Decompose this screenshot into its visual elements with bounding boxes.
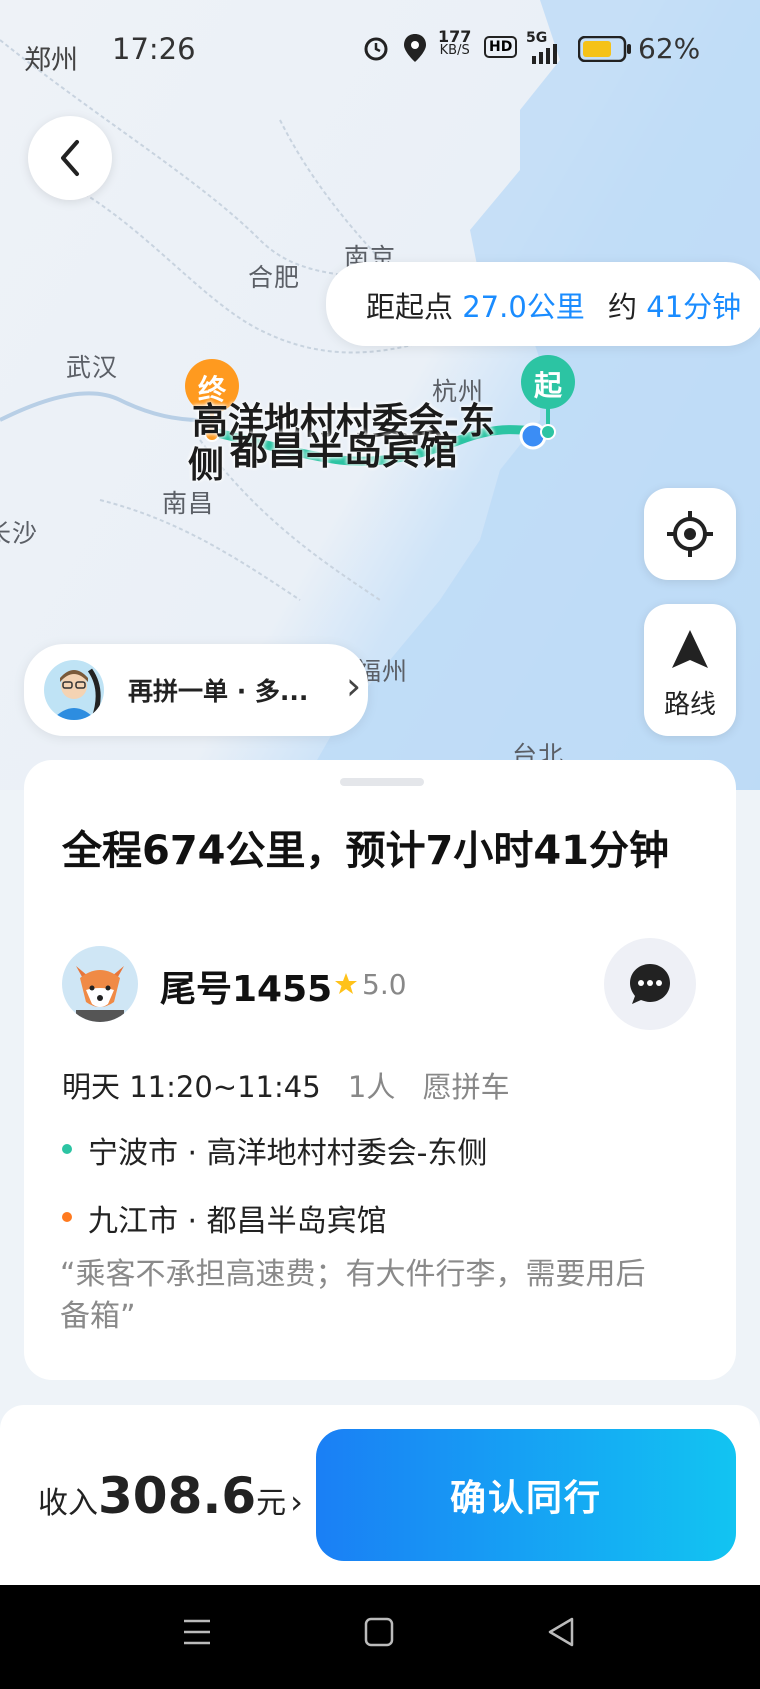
status-city: 郑州 bbox=[24, 45, 78, 76]
promo-avatar bbox=[44, 660, 104, 720]
route-button-label: 路线 bbox=[663, 690, 716, 720]
distance-to-start-pill: 距起点 27.0公里 约 41分钟 bbox=[326, 262, 760, 346]
promo-banner[interactable]: 再拼一单 · 多... › bbox=[24, 644, 368, 736]
back-triangle-icon bbox=[548, 1617, 574, 1647]
distance-prefix: 距起点 bbox=[366, 290, 454, 324]
system-nav-bar bbox=[0, 1585, 760, 1689]
net-speed: 177 KB/S bbox=[438, 27, 472, 58]
city-label-nanchang: 南昌 bbox=[162, 489, 215, 518]
income-unit: 元 bbox=[256, 1486, 287, 1521]
start-marker-label: 起 bbox=[534, 369, 563, 402]
avatar[interactable] bbox=[62, 946, 138, 1022]
chat-button[interactable] bbox=[604, 938, 696, 1030]
alarm-icon bbox=[362, 34, 390, 66]
income-chevron-icon: › bbox=[290, 1483, 303, 1521]
start-point: 宁波市 · 高洋地村村委会-东侧 bbox=[88, 1136, 488, 1171]
battery-icon bbox=[577, 35, 632, 66]
hd-icon: HD bbox=[484, 36, 518, 58]
income-label: 收入 bbox=[38, 1486, 98, 1521]
carpool-tag: 愿拼车 bbox=[422, 1070, 510, 1104]
end-point: 九江市 · 都昌半岛宾馆 bbox=[88, 1204, 387, 1239]
route-button[interactable]: 路线 bbox=[644, 604, 736, 736]
start-location-label: 都昌半岛宾馆 bbox=[230, 429, 459, 473]
back-nav-button[interactable] bbox=[544, 1615, 578, 1653]
duration-prefix: 约 bbox=[608, 290, 638, 324]
passenger-count: 1人 bbox=[347, 1070, 396, 1104]
income-link[interactable]: 收入308.6元 › bbox=[38, 1467, 303, 1525]
star-icon bbox=[334, 972, 358, 1000]
status-bar: 郑州 17:26 177 KB/S HD 5G 62% bbox=[0, 0, 760, 90]
status-time: 17:26 bbox=[112, 32, 196, 66]
city-label-hefei: 合肥 bbox=[248, 263, 301, 292]
menu-icon bbox=[184, 1619, 210, 1645]
trip-time: 明天 11:20~11:45 bbox=[62, 1070, 321, 1104]
navigation-arrow-icon bbox=[672, 630, 708, 668]
home-nav-button[interactable] bbox=[362, 1615, 396, 1653]
back-button[interactable] bbox=[28, 116, 112, 200]
location-pin-icon bbox=[402, 32, 428, 68]
city-label-wuhan: 武汉 bbox=[66, 353, 119, 382]
trip-summary: 全程674公里，预计7小时41分钟 bbox=[62, 828, 669, 874]
chat-icon bbox=[630, 964, 670, 1004]
chevron-right-icon: › bbox=[346, 664, 362, 708]
fox-avatar-icon bbox=[76, 966, 124, 1022]
battery-percent: 62% bbox=[638, 32, 701, 65]
rating: 5.0 bbox=[362, 968, 407, 1001]
menu-nav-button[interactable] bbox=[180, 1615, 214, 1653]
confirm-button[interactable]: 确认同行 bbox=[316, 1429, 736, 1561]
signal-icon bbox=[530, 44, 564, 68]
start-dot bbox=[62, 1144, 72, 1154]
home-square-icon bbox=[364, 1617, 394, 1647]
passenger-note: “乘客不承担高速费；有大件行李，需要用后备箱” bbox=[60, 1257, 646, 1334]
order-card: 全程674公里，预计7小时41分钟 尾号1455 5.0 明天 11:20~11… bbox=[24, 760, 736, 1380]
drag-handle[interactable] bbox=[340, 778, 424, 786]
chevron-left-icon bbox=[61, 140, 79, 176]
locate-icon bbox=[667, 511, 713, 557]
confirm-button-label: 确认同行 bbox=[449, 1478, 602, 1519]
locate-button[interactable] bbox=[644, 488, 736, 580]
income-amount: 308.6 bbox=[98, 1467, 257, 1525]
end-location-label-cont: 侧 bbox=[188, 445, 225, 486]
passenger-name: 尾号1455 bbox=[160, 969, 333, 1010]
promo-text: 再拼一单 · 多... bbox=[128, 677, 309, 706]
duration-value: 41分钟 bbox=[646, 290, 742, 324]
city-label-changsha: 长沙 bbox=[0, 519, 39, 548]
bottom-action-bar: 收入308.6元 › 确认同行 bbox=[0, 1405, 760, 1585]
end-dot bbox=[62, 1212, 72, 1222]
distance-value: 27.0公里 bbox=[462, 290, 585, 324]
